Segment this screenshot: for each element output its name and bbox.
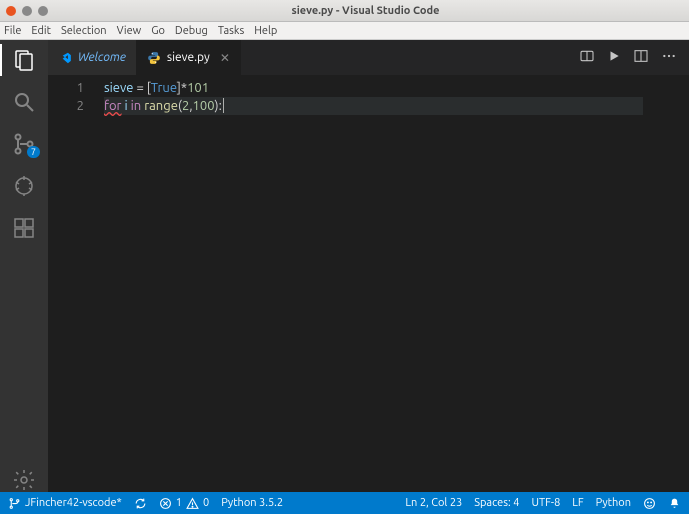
status-cursor-position[interactable]: Ln 2, Col 23 [405, 497, 462, 509]
debug-icon[interactable] [12, 174, 36, 198]
menu-debug[interactable]: Debug [175, 25, 208, 37]
status-language[interactable]: Python [596, 497, 631, 509]
status-feedback[interactable] [643, 497, 656, 510]
status-indentation[interactable]: Spaces: 4 [474, 497, 519, 509]
warning-icon [186, 497, 199, 510]
status-interpreter[interactable]: Python 3.5.2 [221, 497, 283, 509]
maximize-window-button[interactable] [38, 6, 48, 16]
menu-edit[interactable]: Edit [31, 25, 51, 37]
vscode-icon [58, 51, 72, 65]
source-control-icon[interactable]: 7 [12, 132, 36, 156]
python-file-icon [147, 51, 161, 65]
more-actions-icon[interactable] [661, 48, 677, 68]
status-problems[interactable]: 1 0 [159, 497, 209, 510]
open-changes-icon[interactable] [579, 48, 595, 68]
code-content[interactable]: sieve = [True]*101 for i in range(2,100)… [96, 75, 643, 492]
explorer-icon[interactable] [12, 48, 36, 72]
tab-welcome[interactable]: Welcome [48, 40, 137, 75]
tab-bar: Welcome sieve.py ✕ [48, 40, 689, 75]
smiley-icon [643, 497, 656, 510]
status-bar: JFincher42-vscode* 1 0 Python 3.5.2 Ln 2… [0, 492, 689, 514]
line-number: 1 [48, 79, 84, 97]
menu-help[interactable]: Help [254, 25, 277, 37]
editor-area: Welcome sieve.py ✕ 1 2 sieve = [True]*10… [48, 40, 689, 492]
editor-actions [567, 40, 689, 75]
menu-tasks[interactable]: Tasks [218, 25, 244, 37]
git-branch-icon [8, 497, 21, 510]
scm-badge: 7 [27, 146, 40, 158]
menu-selection[interactable]: Selection [61, 25, 107, 37]
code-line-2[interactable]: for i in range(2,100): [104, 97, 643, 115]
close-window-button[interactable] [6, 6, 16, 16]
tab-sieve[interactable]: sieve.py ✕ [137, 40, 241, 75]
status-sync[interactable] [134, 497, 147, 510]
editor-body[interactable]: 1 2 sieve = [True]*101 for i in range(2,… [48, 75, 689, 492]
code-line-1[interactable]: sieve = [True]*101 [104, 79, 643, 97]
minimap[interactable] [643, 75, 689, 492]
text-cursor [223, 98, 224, 113]
status-encoding[interactable]: UTF-8 [531, 497, 560, 509]
menu-file[interactable]: File [4, 25, 21, 37]
search-icon[interactable] [12, 90, 36, 114]
menu-view[interactable]: View [117, 25, 142, 37]
status-eol[interactable]: LF [572, 497, 583, 509]
menu-go[interactable]: Go [151, 25, 165, 37]
error-icon [159, 497, 172, 510]
tab-label: Welcome [78, 51, 126, 64]
vscode-main: 7 Welcome sieve.py ✕ [0, 40, 689, 492]
window-titlebar: sieve.py - Visual Studio Code [0, 0, 689, 22]
status-notifications[interactable] [668, 497, 681, 510]
minimize-window-button[interactable] [22, 6, 32, 16]
sync-icon [134, 497, 147, 510]
tab-close-icon[interactable]: ✕ [220, 51, 230, 65]
run-icon[interactable] [607, 49, 621, 67]
window-controls [6, 6, 48, 16]
window-title: sieve.py - Visual Studio Code [48, 5, 683, 17]
menubar: File Edit Selection View Go Debug Tasks … [0, 22, 689, 40]
activity-bar: 7 [0, 40, 48, 492]
tab-label: sieve.py [167, 51, 210, 64]
bell-icon [668, 497, 681, 510]
settings-gear-icon[interactable] [12, 468, 36, 492]
extensions-icon[interactable] [12, 216, 36, 240]
split-editor-icon[interactable] [633, 48, 649, 68]
status-branch[interactable]: JFincher42-vscode* [8, 497, 122, 510]
line-number-gutter: 1 2 [48, 75, 96, 492]
line-number: 2 [48, 97, 84, 115]
